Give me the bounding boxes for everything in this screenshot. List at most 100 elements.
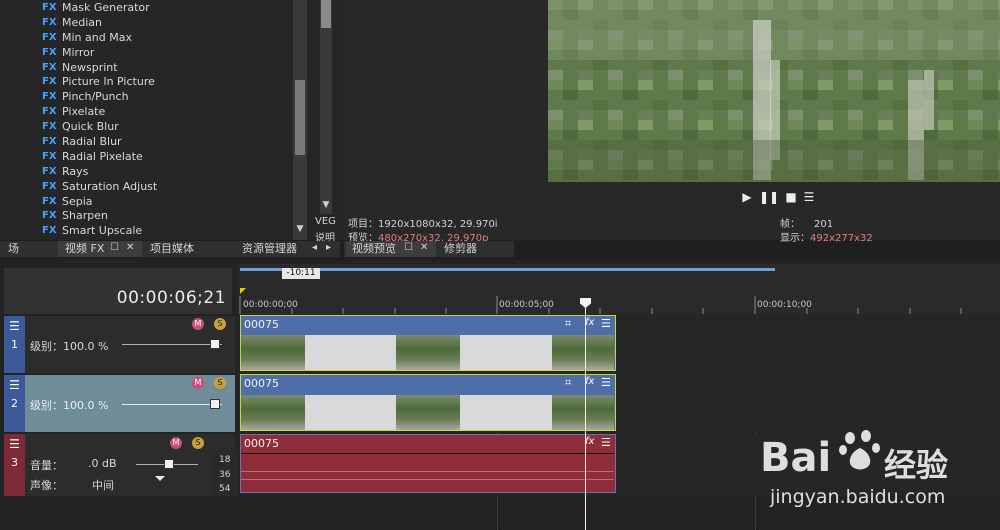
track-number: 1 bbox=[11, 338, 18, 351]
description-scrollbar-thumb[interactable] bbox=[321, 0, 331, 28]
fx-list-item[interactable]: FX Radial Pixelate bbox=[34, 149, 294, 164]
fx-list-item[interactable]: FX Sepia bbox=[34, 194, 294, 209]
mute-icon[interactable]: M bbox=[192, 318, 204, 330]
tab-video-fx[interactable]: 视频 FX ☐ ✕ bbox=[58, 241, 142, 257]
fx-list-item[interactable]: FX Mirror bbox=[34, 45, 294, 60]
description-scrollbar[interactable]: ▼ bbox=[320, 0, 332, 214]
crop-icon[interactable]: ⌗ bbox=[565, 376, 571, 390]
thumbnail bbox=[241, 395, 305, 430]
fx-icon[interactable]: fx bbox=[585, 436, 594, 447]
video-preview-frame bbox=[548, 0, 1000, 182]
pan-indicator-icon[interactable] bbox=[155, 476, 165, 481]
thumbnail bbox=[241, 335, 305, 370]
audio-meter-scale: 18 36 54 bbox=[212, 450, 238, 496]
video-clip-1[interactable]: 00075 ⌗ fx ☰ bbox=[240, 315, 616, 371]
fx-plugin-icon: FX bbox=[42, 91, 57, 103]
mute-icon[interactable]: M bbox=[170, 437, 182, 449]
fx-list-item[interactable]: FX Median bbox=[34, 15, 294, 30]
fx-list-item[interactable]: FX Mask Generator bbox=[34, 0, 294, 15]
solo-icon[interactable]: S bbox=[192, 437, 204, 449]
fx-list-item[interactable]: FX Smart Upscale bbox=[34, 223, 294, 238]
fx-plugin-icon: FX bbox=[42, 121, 57, 133]
fx-plugin-icon: FX bbox=[42, 165, 57, 177]
track-1-strip[interactable]: ☰ 1 bbox=[4, 316, 25, 373]
scroll-down-icon[interactable]: ▼ bbox=[293, 224, 307, 234]
clip-menu-icon[interactable]: ☰ bbox=[601, 436, 611, 449]
level-slider-thumb[interactable] bbox=[210, 399, 220, 409]
fx-list: FX Mask Generator FX Median FX Min and Max FX M… bbox=[34, 0, 294, 238]
fx-icon[interactable]: fx bbox=[585, 376, 594, 387]
marker-icon[interactable] bbox=[240, 288, 246, 294]
preview-menu-icon[interactable]: ☰ bbox=[802, 190, 816, 204]
db-mark: 18 bbox=[219, 455, 231, 465]
stop-icon[interactable]: ■ bbox=[784, 190, 798, 204]
fx-list-item[interactable]: FX Min and Max bbox=[34, 30, 294, 45]
fx-list-item[interactable]: FX Picture In Picture bbox=[34, 74, 294, 89]
fx-plugin-icon: FX bbox=[42, 31, 57, 43]
track-2-strip[interactable]: ☰ 2 bbox=[4, 375, 25, 432]
tab-explorer[interactable]: 资源管理器 bbox=[242, 241, 297, 257]
level-slider-track[interactable] bbox=[122, 404, 222, 405]
project-properties: 项目：1920x1080x32, 29.970i bbox=[348, 219, 498, 230]
audio-clip[interactable]: 00075 fx ☰ bbox=[240, 434, 616, 493]
tab-close-icon[interactable]: ✕ bbox=[420, 242, 428, 253]
fx-list-item[interactable]: FX Quick Blur bbox=[34, 119, 294, 134]
fx-list-item[interactable]: FX Saturation Adjust bbox=[34, 179, 294, 194]
tab-video-fx-label: 视频 FX bbox=[65, 242, 105, 255]
track-3-strip[interactable]: ☰ 3 bbox=[4, 434, 25, 496]
clip-menu-icon[interactable]: ☰ bbox=[601, 317, 611, 330]
tab-trimmer[interactable]: 修剪器 bbox=[444, 241, 477, 257]
scroll-down-icon[interactable]: ▼ bbox=[320, 200, 332, 210]
track-menu-icon[interactable]: ☰ bbox=[9, 379, 20, 391]
pause-icon[interactable]: ❚❚ bbox=[759, 190, 779, 204]
fx-list-scrollbar-thumb[interactable] bbox=[295, 80, 305, 155]
playhead-line[interactable] bbox=[585, 300, 586, 530]
display-label: 显示： bbox=[780, 233, 810, 244]
clip-menu-icon[interactable]: ☰ bbox=[601, 376, 611, 389]
fx-list-item[interactable]: FX Newsprint bbox=[34, 60, 294, 75]
track-number: 3 bbox=[11, 456, 18, 469]
baidu-watermark: Bai 经验 jingyan.baidu.com bbox=[760, 420, 990, 520]
play-icon[interactable]: ▶ bbox=[740, 190, 754, 204]
thumbnail bbox=[396, 395, 460, 430]
thumbnail bbox=[552, 395, 614, 430]
tab-project-media[interactable]: 项目媒体 bbox=[150, 241, 194, 257]
clip-name: 00075 bbox=[244, 377, 279, 390]
loop-region-bar[interactable] bbox=[240, 268, 775, 271]
fx-item-label: Radial Pixelate bbox=[62, 149, 143, 163]
volume-slider-thumb[interactable] bbox=[164, 459, 174, 469]
crop-icon[interactable]: ⌗ bbox=[565, 317, 571, 331]
fx-item-label: Quick Blur bbox=[62, 120, 119, 134]
time-display: 00:00:06;21 bbox=[4, 268, 232, 314]
fx-plugin-icon: FX bbox=[42, 1, 57, 13]
fx-list-item[interactable]: FX Rays bbox=[34, 164, 294, 179]
fx-plugin-icon: FX bbox=[42, 16, 57, 28]
level-slider-track[interactable] bbox=[122, 344, 222, 345]
track-menu-icon[interactable]: ☰ bbox=[9, 438, 20, 450]
fx-list-scrollbar[interactable]: ▼ bbox=[293, 0, 307, 240]
tab-video-preview[interactable]: 视频预览 ☐ ✕ bbox=[346, 241, 436, 257]
tab-scroll-right-icon[interactable]: ▸ bbox=[326, 242, 331, 253]
tab-close-icon[interactable]: ✕ bbox=[126, 242, 134, 253]
track-menu-icon[interactable]: ☰ bbox=[9, 320, 20, 332]
mute-icon[interactable]: M bbox=[192, 377, 204, 389]
fx-plugin-icon: FX bbox=[42, 195, 57, 207]
fx-item-label: Newsprint bbox=[62, 60, 118, 74]
fx-list-item[interactable]: FX Pinch/Punch bbox=[34, 89, 294, 104]
tab-cut[interactable]: 场 bbox=[8, 241, 19, 257]
track-1-level: 级别：100.0 % bbox=[30, 340, 109, 353]
fx-plugin-icon: FX bbox=[42, 180, 57, 192]
left-tab-bar: 场 视频 FX ☐ ✕ 项目媒体 资源管理器 ◂ ▸ bbox=[0, 241, 340, 257]
video-clip-2[interactable]: 00075 ⌗ fx ☰ bbox=[240, 374, 616, 431]
solo-icon[interactable]: S bbox=[214, 318, 226, 330]
solo-icon[interactable]: S bbox=[214, 377, 226, 389]
tab-scroll-left-icon[interactable]: ◂ bbox=[312, 242, 317, 253]
fx-icon[interactable]: fx bbox=[585, 317, 594, 328]
fx-list-item[interactable]: FX Sharpen bbox=[34, 208, 294, 223]
fx-list-item[interactable]: FX Pixelate bbox=[34, 104, 294, 119]
tab-float-icon[interactable]: ☐ bbox=[110, 242, 119, 253]
fx-list-item[interactable]: FX Radial Blur bbox=[34, 134, 294, 149]
tab-float-icon[interactable]: ☐ bbox=[404, 242, 413, 253]
fx-item-label: Sepia bbox=[62, 194, 93, 208]
level-slider-thumb[interactable] bbox=[210, 339, 220, 349]
